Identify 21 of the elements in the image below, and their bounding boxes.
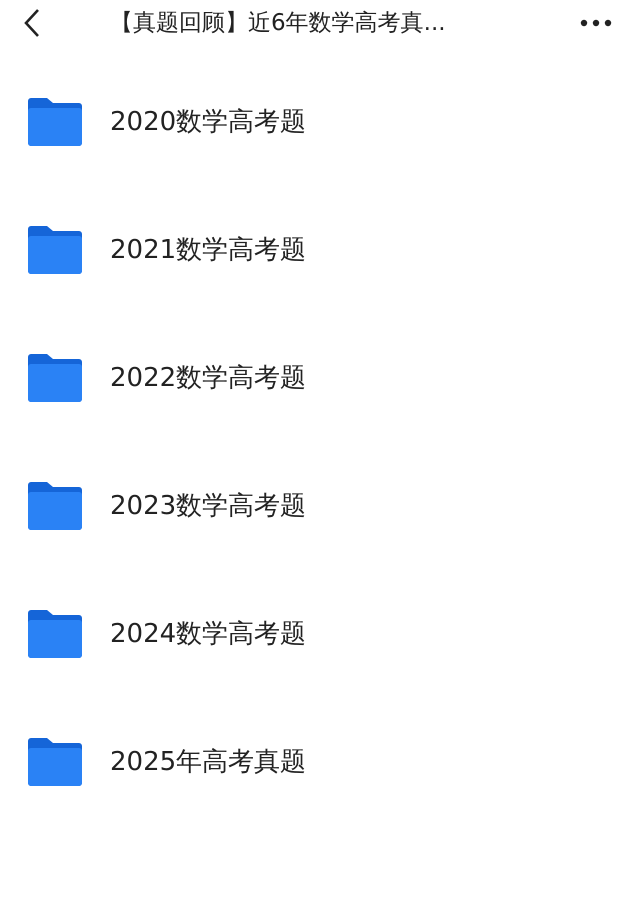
folder-item[interactable]: 2021数学高考题 [0,186,640,314]
folder-name: 2022数学高考题 [110,362,306,394]
folder-icon [28,738,82,786]
folder-item[interactable]: 2023数学高考题 [0,442,640,570]
folder-icon [28,98,82,146]
folder-item[interactable]: 2022数学高考题 [0,314,640,442]
folder-name: 2020数学高考题 [110,106,306,138]
folder-name: 2023数学高考题 [110,490,306,522]
more-button[interactable] [580,19,612,27]
folder-icon [28,610,82,658]
folder-item[interactable]: 2025年高考真题 [0,698,640,826]
page-title: 【真题回顾】近6年数学高考真... [110,8,446,38]
folder-name: 2024数学高考题 [110,618,306,650]
folder-item[interactable]: 2024数学高考题 [0,570,640,698]
back-button[interactable] [22,8,42,38]
folder-name: 2025年高考真题 [110,746,306,778]
folder-icon [28,226,82,274]
folder-icon [28,482,82,530]
folder-icon [28,354,82,402]
folder-name: 2021数学高考题 [110,234,306,266]
folder-item[interactable]: 2020数学高考题 [0,58,640,186]
